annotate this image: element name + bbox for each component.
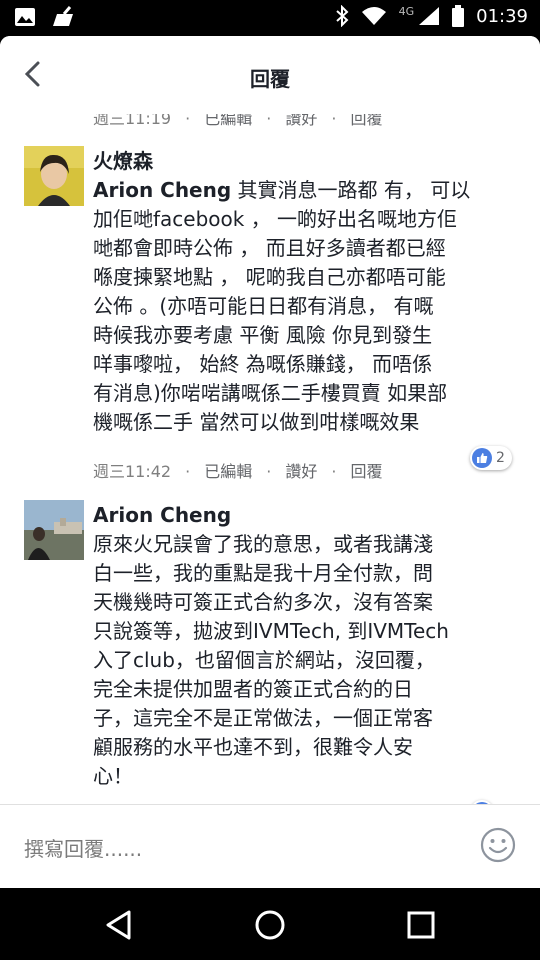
comment-body: Arion Cheng 其實消息一路都 有， 可以 加佢哋facebook ， …: [93, 176, 513, 437]
comment-line: 公佈 。(亦唔可能日日都有消息， 有嘅: [93, 294, 434, 318]
comment-line: 加佢哋facebook ， 一啲好出名嘅地方佢: [93, 207, 458, 231]
status-bar: 4G 01:39: [0, 0, 540, 36]
comment: Arion Cheng 原來火兄誤會了我的意思，或者我講淺 白一些，我的重點是我…: [24, 500, 524, 800]
comment-line: 天機幾時可簽正式合約多次，沒有答案: [93, 590, 433, 614]
battery-icon: [452, 5, 465, 27]
emoji-icon[interactable]: [480, 827, 516, 863]
previous-comment-meta: 週三11:19 · 已編輯 · 讚好 · 回覆: [93, 114, 382, 129]
clock: 01:39: [476, 5, 528, 27]
comment: 火燎森 Arion Cheng 其實消息一路都 有， 可以 加佢哋faceboo…: [24, 146, 524, 476]
comment-line: 顧服務的水平也達不到，很難令人安: [93, 735, 413, 759]
reply-link[interactable]: 回覆: [350, 462, 382, 481]
gallery-icon: [15, 8, 35, 26]
bluetooth-icon: [335, 5, 349, 27]
reply-input[interactable]: 撰寫回覆......: [24, 833, 142, 862]
comment-author[interactable]: 火燎森: [93, 146, 153, 176]
wifi-icon: [361, 7, 386, 25]
comment-line: 子，這完全不是正常做法，一個正常客: [93, 706, 433, 730]
comment-line: 時候我亦要考慮 平衡 風險 你見到發生: [93, 323, 433, 347]
like-link[interactable]: 讚好: [285, 462, 317, 481]
network-type: 4G: [398, 4, 415, 18]
comment-line: 喺度揀緊地點 ， 呢啲我自己亦都唔可能: [93, 265, 446, 289]
comment-line: 機嘅係二手 當然可以做到咁樣嘅效果: [93, 410, 420, 434]
back-triangle-icon[interactable]: [102, 908, 136, 942]
signal-icon: [419, 7, 440, 25]
comment-thread[interactable]: 週三11:19 · 已編輯 · 讚好 · 回覆 火燎森 Arion Cheng 其實消息一路…: [0, 114, 540, 804]
comment-line: 原來火兄誤會了我的意思，或者我講淺: [93, 532, 433, 556]
reaction-badge[interactable]: 2: [470, 446, 512, 470]
comment-line: 白一些，我的重點是我十月全付款，問: [93, 561, 433, 585]
navigation-bar: [0, 888, 540, 960]
like-link[interactable]: 讚好: [285, 114, 317, 128]
comment-line: 入了club，也留個言於網站，沒回覆，: [93, 648, 435, 672]
edited-label[interactable]: 已編輯: [204, 462, 252, 481]
comment-meta: 週三11:42 · 已編輯 · 讚好 · 回覆: [93, 462, 383, 481]
comment-line: 哋都會即時公佈 ， 而且好多讀者都已經: [93, 236, 446, 260]
comment-line: 只說簽等，拋波到IVMTech, 到IVMTech: [93, 619, 449, 643]
comment-author[interactable]: Arion Cheng: [93, 500, 231, 530]
home-circle-icon[interactable]: [253, 908, 287, 942]
reply-link[interactable]: 回覆: [350, 114, 382, 128]
avatar[interactable]: [24, 500, 84, 560]
reply-composer[interactable]: 撰寫回覆......: [0, 804, 540, 888]
comment-line: 有消息)你啱啱講嘅係二手樓買賣 如果部: [93, 381, 448, 405]
avatar[interactable]: [24, 146, 84, 206]
comment-body: 原來火兄誤會了我的意思，或者我講淺 白一些，我的重點是我十月全付款，問 天機幾時…: [93, 530, 513, 791]
comment-line: 完全未提供加盟者的簽正式合約的日: [93, 677, 413, 701]
recents-square-icon[interactable]: [404, 908, 438, 942]
edited-label[interactable]: 已編輯: [204, 114, 252, 128]
cleaner-icon: [53, 6, 73, 26]
comment-line: 咩事嚟啦， 始終 為嘅係賺錢， 而唔係: [93, 352, 433, 376]
header: 回覆: [0, 36, 540, 114]
comment-line: 其實消息一路都 有， 可以: [231, 178, 471, 202]
page-title: 回覆: [250, 67, 290, 91]
thumbs-up-icon: [472, 448, 492, 468]
comment-time: 週三11:19: [93, 114, 172, 128]
reaction-count: 2: [496, 450, 505, 466]
comment-time: 週三11:42: [93, 462, 172, 481]
reply-sheet: 回覆 週三11:19 · 已編輯 · 讚好 · 回覆 火燎森 Arion Cheng 其實消…: [0, 36, 540, 888]
comment-line: 心！: [93, 764, 133, 788]
mention-link[interactable]: Arion Cheng: [93, 178, 231, 202]
